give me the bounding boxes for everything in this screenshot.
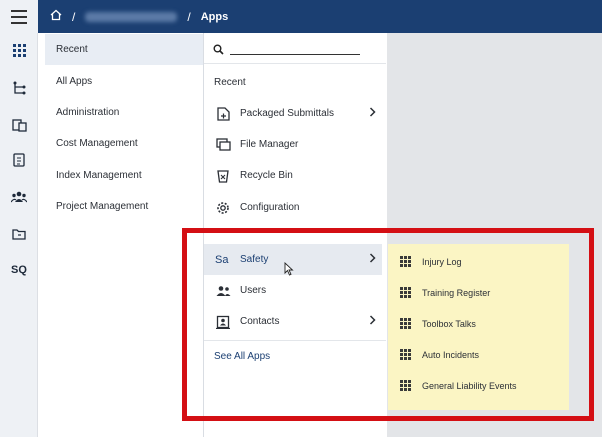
breadcrumb: / / Apps	[50, 0, 228, 33]
chevron-right-icon	[369, 107, 376, 120]
categories-list: Recent All Apps Administration Cost Mana…	[45, 33, 204, 437]
category-cost-management[interactable]: Cost Management	[45, 128, 204, 159]
hamburger-menu-icon[interactable]	[0, 0, 38, 33]
category-all-apps[interactable]: All Apps	[45, 66, 204, 97]
recycle-bin-icon	[215, 168, 231, 184]
app-label: Configuration	[240, 202, 300, 213]
top-bar: / / Apps	[0, 0, 602, 33]
app-label: Recycle Bin	[240, 170, 293, 181]
divider	[204, 63, 386, 64]
file-manager-icon	[215, 137, 231, 153]
category-project-management[interactable]: Project Management	[45, 191, 204, 222]
breadcrumb-separator: /	[187, 9, 191, 24]
sq-label: SQ	[11, 264, 27, 276]
package-icon	[215, 106, 231, 122]
clipboard-icon[interactable]	[0, 145, 38, 175]
search-input[interactable]	[230, 41, 360, 55]
breadcrumb-separator: /	[72, 9, 76, 24]
app-recycle-bin[interactable]: Recycle Bin	[204, 160, 382, 191]
breadcrumb-project-redacted[interactable]	[85, 11, 178, 22]
category-label: All Apps	[56, 76, 93, 87]
left-rail: SQ	[0, 33, 38, 437]
sq-shortcut[interactable]: SQ	[0, 255, 38, 285]
category-index-management[interactable]: Index Management	[45, 160, 204, 191]
category-label: Index Management	[56, 170, 142, 181]
category-recent[interactable]: Recent	[45, 34, 204, 65]
highlight-box	[182, 228, 594, 421]
documents-icon[interactable]	[0, 110, 38, 140]
home-icon[interactable]	[50, 9, 62, 24]
category-administration[interactable]: Administration	[45, 97, 204, 128]
recent-section-title: Recent	[214, 77, 246, 88]
app-packaged-submittals[interactable]: Packaged Submittals	[204, 98, 382, 129]
app-configuration[interactable]: Configuration	[204, 192, 382, 223]
category-label: Recent	[56, 44, 88, 55]
app-label: File Manager	[240, 139, 299, 150]
app-label: Packaged Submittals	[240, 108, 334, 119]
apps-grid-icon[interactable]	[0, 35, 38, 65]
team-icon[interactable]	[0, 182, 38, 212]
search-icon	[213, 42, 224, 60]
app-file-manager[interactable]: File Manager	[204, 129, 382, 160]
hierarchy-icon[interactable]	[0, 73, 38, 103]
folder-icon[interactable]	[0, 219, 38, 249]
gear-icon	[215, 200, 231, 216]
category-label: Administration	[56, 107, 120, 118]
breadcrumb-current: Apps	[200, 10, 229, 23]
category-label: Project Management	[56, 201, 149, 212]
mouse-cursor-icon	[284, 261, 294, 281]
category-label: Cost Management	[56, 138, 138, 149]
